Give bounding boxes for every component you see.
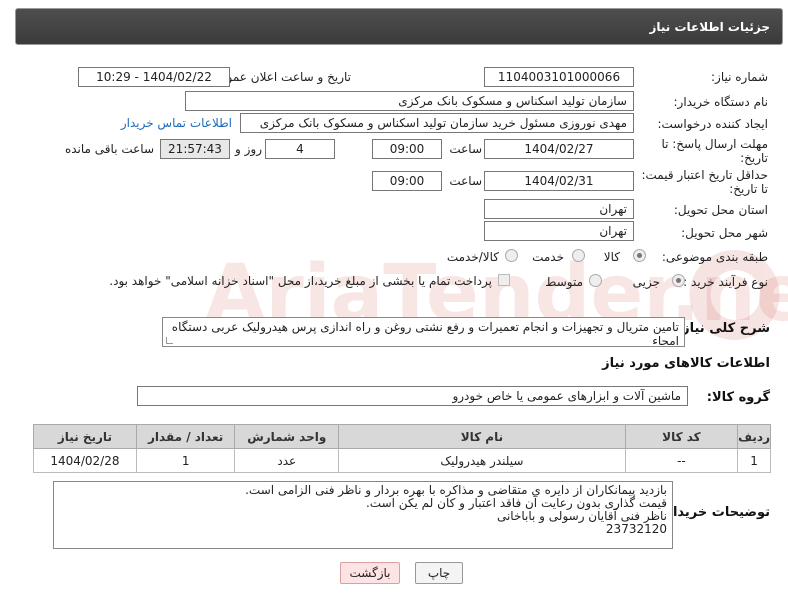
notes-line-4: 23732120 <box>605 522 667 536</box>
notes-textarea[interactable]: بازدید پیمانکاران از دایره ی متقاضی و مذ… <box>53 481 673 549</box>
validity-time-label: ساعت <box>449 174 482 188</box>
col-header-name: نام کالا <box>338 424 626 449</box>
cell-code: -- <box>624 448 739 473</box>
buyer-org-label: نام دستگاه خریدار: <box>673 95 769 109</box>
process-radio-minor[interactable] <box>672 274 685 287</box>
goods-group-label: گروه کالا: <box>706 390 770 405</box>
city-field: تهران <box>484 221 634 241</box>
category-radio-goods-service[interactable] <box>505 249 518 262</box>
description-label: شرح کلی نیاز: <box>676 321 770 336</box>
goods-section-title: اطلاعات کالاهای مورد نیاز <box>602 356 770 371</box>
deadline-time-label: ساعت <box>449 142 482 156</box>
cell-row: 1 <box>737 448 771 473</box>
process-radio-medium[interactable] <box>589 274 602 287</box>
col-header-date: تاریخ نیاز <box>33 424 137 449</box>
city-label: شهر محل تحویل: <box>681 226 768 240</box>
process-label: نوع فرآیند خرید : <box>683 275 768 289</box>
process-option-minor: جزیی <box>632 275 660 289</box>
col-header-unit: واحد شمارش <box>234 424 340 449</box>
need-number-label: شماره نیاز: <box>711 70 768 84</box>
validity-label-line2: تا تاریخ: <box>729 182 768 196</box>
validity-label-line1: حداقل تاریخ اعتبار قیمت: <box>641 168 768 182</box>
page-header: جزئیات اطلاعات نیاز <box>15 8 783 45</box>
resize-handle-icon[interactable] <box>166 337 173 344</box>
creator-label: ایجاد کننده درخواست: <box>657 117 768 131</box>
cell-name: سیلندر هیدرولیک <box>338 448 626 473</box>
process-option-medium: متوسط <box>545 275 583 289</box>
category-radio-goods[interactable] <box>633 249 646 262</box>
announce-field: 1404/02/22 - 10:29 <box>78 67 230 87</box>
validity-date-field: 1404/02/31 <box>484 171 634 191</box>
category-label: طبقه بندی موضوعی: <box>661 250 768 264</box>
cell-unit: عدد <box>234 448 340 473</box>
days-label: روز و <box>235 142 262 156</box>
province-label: استان محل تحویل: <box>673 203 768 217</box>
goods-table-header: ردیف کد کالا نام کالا واحد شمارش تعداد /… <box>33 424 771 449</box>
category-option-service: خدمت <box>532 250 564 264</box>
deadline-label-line2: تاریخ: <box>740 151 768 165</box>
back-button[interactable]: بازگشت <box>340 562 400 584</box>
deadline-label-line1: مهلت ارسال پاسخ: تا <box>661 137 768 151</box>
buyer-contact-link[interactable]: اطلاعات تماس خریدار <box>121 116 232 130</box>
cell-qty: 1 <box>135 448 236 473</box>
category-radio-service[interactable] <box>572 249 585 262</box>
remaining-time-field: 21:57:43 <box>160 139 230 159</box>
table-row: 1 -- سیلندر هیدرولیک عدد 1 1404/02/28 <box>33 448 771 473</box>
category-option-goods: کالا <box>603 250 620 264</box>
goods-table: ردیف کد کالا نام کالا واحد شمارش تعداد /… <box>33 424 771 473</box>
payment-treasury-checkbox[interactable] <box>498 274 510 286</box>
validity-time-field: 09:00 <box>372 171 442 191</box>
cell-date: 1404/02/28 <box>33 448 137 473</box>
need-number-field: 1104003101000066 <box>484 67 634 87</box>
creator-field: مهدی نوروزی مسئول خرید سازمان تولید اسکن… <box>240 113 634 133</box>
payment-note: پرداخت تمام یا بخشی از مبلغ خرید،از محل … <box>109 274 492 288</box>
days-remaining-field: 4 <box>265 139 335 159</box>
buyer-org-field: سازمان تولید اسکناس و مسکوک بانک مرکزی <box>185 91 634 111</box>
description-textarea[interactable]: تامین متریال و تجهیزات و انجام تعمیرات و… <box>162 317 685 348</box>
deadline-date-field: 1404/02/27 <box>484 139 634 159</box>
description-text: تامین متریال و تجهیزات و انجام تعمیرات و… <box>171 320 679 348</box>
col-header-qty: تعداد / مقدار <box>135 424 236 449</box>
notes-label: توضیحات خریدار: <box>660 505 770 520</box>
province-field: تهران <box>484 199 634 219</box>
page-title: جزئیات اطلاعات نیاز <box>649 20 770 34</box>
print-button[interactable]: چاپ <box>415 562 463 584</box>
deadline-time-field: 09:00 <box>372 139 442 159</box>
col-header-row: ردیف <box>737 424 771 449</box>
category-option-goods-service: کالا/خدمت <box>446 250 499 264</box>
goods-group-field: ماشین آلات و ابزارهای عمومی یا خاص خودرو <box>137 386 688 406</box>
notes-line-3: ناظر فنی آقایان رسولی و باباخانی <box>496 509 667 523</box>
remaining-time-label: ساعت باقی مانده <box>64 142 154 156</box>
col-header-code: کد کالا <box>624 424 739 449</box>
